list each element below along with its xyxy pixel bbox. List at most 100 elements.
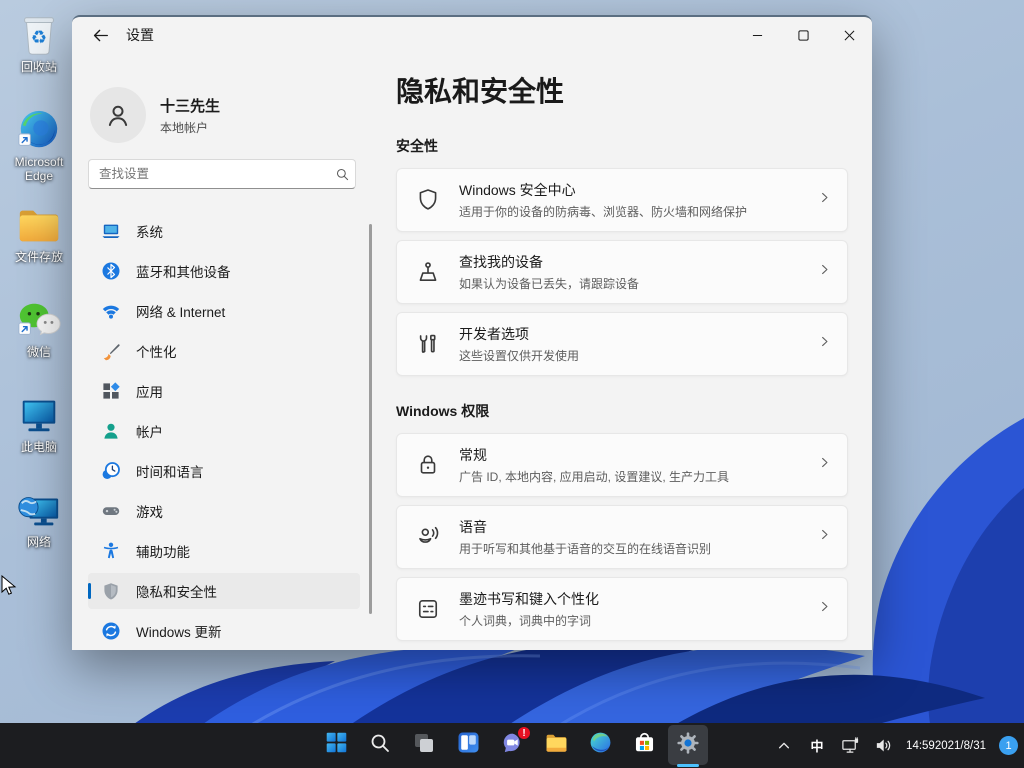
card-title: 开发者选项 — [459, 324, 818, 344]
widgets-button[interactable] — [448, 725, 488, 765]
sidebar-item-label: Windows 更新 — [136, 621, 222, 641]
desktop-icon-wechat[interactable]: 微信 — [0, 297, 78, 392]
sidebar-item-apps[interactable]: 应用 — [88, 373, 360, 409]
gaming-icon — [101, 501, 121, 521]
wechat-icon — [16, 297, 62, 343]
desktop-icon-this-pc[interactable]: 此电脑 — [0, 392, 78, 487]
sidebar-item-personalization[interactable]: 个性化 — [88, 333, 360, 369]
active-app-indicator — [677, 764, 699, 767]
settings-card-find-device[interactable]: 查找我的设备如果认为设备已丢失，请跟踪设备 — [396, 240, 848, 304]
sidebar-nav: 系统蓝牙和其他设备网络 & Internet 个性化应用帐户时间和语言游戏辅助功能… — [88, 213, 360, 650]
speech-icon — [415, 524, 441, 550]
network-wifi-icon — [101, 301, 121, 321]
sidebar-item-label: 网络 & Internet — [136, 301, 225, 321]
sidebar-item-label: 时间和语言 — [136, 461, 204, 481]
settings-card-shield-outline[interactable]: Windows 安全中心适用于你的设备的防病毒、浏览器、防火墙和网络保护 — [396, 168, 848, 232]
task-view-icon — [412, 731, 436, 760]
card-subtitle: 如果认为设备已丢失，请跟踪设备 — [459, 275, 818, 292]
desktop-icon-recycle-bin[interactable]: ♻ 回收站 — [0, 12, 78, 107]
user-account-block[interactable]: 十三先生 本地帐户 — [90, 87, 220, 143]
developer-options-icon — [415, 331, 441, 357]
sidebar-item-privacy-security[interactable]: 隐私和安全性 — [88, 573, 360, 609]
notification-badge[interactable]: 1 — [999, 736, 1018, 755]
card-subtitle: 广告 ID, 本地内容, 应用启动, 设置建议, 生产力工具 — [459, 468, 818, 485]
sidebar-scrollbar[interactable] — [369, 224, 372, 614]
sidebar-item-label: 隐私和安全性 — [136, 581, 217, 601]
sidebar-item-network-wifi[interactable]: 网络 & Internet — [88, 293, 360, 329]
file-explorer-button[interactable] — [536, 725, 576, 765]
settings-card-developer-options[interactable]: 开发者选项这些设置仅供开发使用 — [396, 312, 848, 376]
window-title: 设置 — [126, 25, 154, 45]
settings-card-speech[interactable]: 语音用于听写和其他基于语音的交互的在线语音识别 — [396, 505, 848, 569]
system-icon — [101, 221, 121, 241]
privacy-security-icon — [101, 581, 121, 601]
page-title: 隐私和安全性 — [396, 73, 848, 111]
file-explorer-icon — [544, 730, 569, 760]
desktop-icon-list: ♻ 回收站 Microsoft Edge文件存放微信此电脑网络 — [0, 12, 78, 582]
clock[interactable]: 14:59 2021/8/31 — [903, 729, 989, 763]
sidebar-item-label: 帐户 — [136, 421, 163, 441]
search-input[interactable] — [89, 167, 329, 181]
apps-icon — [101, 381, 121, 401]
sidebar-item-time-language[interactable]: 时间和语言 — [88, 453, 360, 489]
settings-button[interactable] — [668, 725, 708, 765]
section-header: 安全性 — [396, 136, 848, 156]
desktop-icon-edge-desktop[interactable]: Microsoft Edge — [0, 107, 78, 202]
chevron-right-icon — [818, 528, 831, 546]
accessibility-icon — [101, 541, 121, 561]
inking-icon — [415, 596, 441, 622]
back-button[interactable] — [84, 21, 116, 49]
desktop-icon-folder[interactable]: 文件存放 — [0, 202, 78, 297]
sidebar-item-accessibility[interactable]: 辅助功能 — [88, 533, 360, 569]
chevron-right-icon — [818, 191, 831, 209]
tray-date: 2021/8/31 — [935, 739, 986, 753]
chevron-right-icon — [818, 600, 831, 618]
start-button[interactable] — [316, 725, 356, 765]
start-icon — [324, 730, 349, 760]
sidebar-item-label: 个性化 — [136, 341, 177, 361]
desktop-icon-label: 回收站 — [21, 60, 57, 74]
desktop-icon-label: 微信 — [27, 345, 51, 359]
settings-card-lock[interactable]: 常规广告 ID, 本地内容, 应用启动, 设置建议, 生产力工具 — [396, 433, 848, 497]
user-name: 十三先生 — [160, 95, 220, 116]
sidebar-item-windows-update[interactable]: Windows 更新 — [88, 613, 360, 649]
ime-indicator[interactable]: 中 — [804, 729, 830, 763]
accounts-icon — [101, 421, 121, 441]
lock-icon — [415, 452, 441, 478]
find-device-icon — [415, 259, 441, 285]
card-subtitle: 用于听写和其他基于语音的交互的在线语音识别 — [459, 540, 818, 557]
this-pc-icon — [16, 392, 62, 438]
desktop-icon-label: 网络 — [27, 535, 51, 549]
chevron-right-icon — [818, 263, 831, 281]
task-view-button[interactable] — [404, 725, 444, 765]
edge-desktop-icon — [16, 107, 62, 153]
chat-button[interactable]: ! — [492, 725, 532, 765]
sidebar-item-label: 游戏 — [136, 501, 163, 521]
sidebar-item-gaming[interactable]: 游戏 — [88, 493, 360, 529]
sidebar-item-label: 辅助功能 — [136, 541, 190, 561]
store-button[interactable] — [624, 725, 664, 765]
sidebar-item-system[interactable]: 系统 — [88, 213, 360, 249]
card-title: 查找我的设备 — [459, 252, 818, 272]
hidden-icons-chevron[interactable] — [771, 729, 797, 763]
sidebar-item-label: 系统 — [136, 221, 163, 241]
user-account-type: 本地帐户 — [160, 119, 220, 136]
widgets-icon — [456, 730, 481, 760]
network-tray-icon[interactable] — [837, 729, 863, 763]
edge-button[interactable] — [580, 725, 620, 765]
card-subtitle: 适用于你的设备的防病毒、浏览器、防火墙和网络保护 — [459, 203, 818, 220]
card-title: Windows 安全中心 — [459, 180, 818, 200]
card-subtitle: 个人词典，词典中的字词 — [459, 612, 818, 629]
folder-icon — [16, 202, 62, 248]
volume-icon[interactable] — [870, 729, 896, 763]
settings-card-inking[interactable]: 墨迹书写和键入个性化个人词典，词典中的字词 — [396, 577, 848, 641]
personalization-icon — [101, 341, 121, 361]
sidebar-item-accounts[interactable]: 帐户 — [88, 413, 360, 449]
search-box[interactable] — [88, 159, 356, 189]
search-button[interactable] — [360, 725, 400, 765]
desktop-icon-network-pc[interactable]: 网络 — [0, 487, 78, 582]
sidebar-item-bluetooth[interactable]: 蓝牙和其他设备 — [88, 253, 360, 289]
bluetooth-icon — [101, 261, 121, 281]
svg-text:♻: ♻ — [31, 28, 47, 48]
desktop-icon-label: 此电脑 — [21, 440, 57, 454]
